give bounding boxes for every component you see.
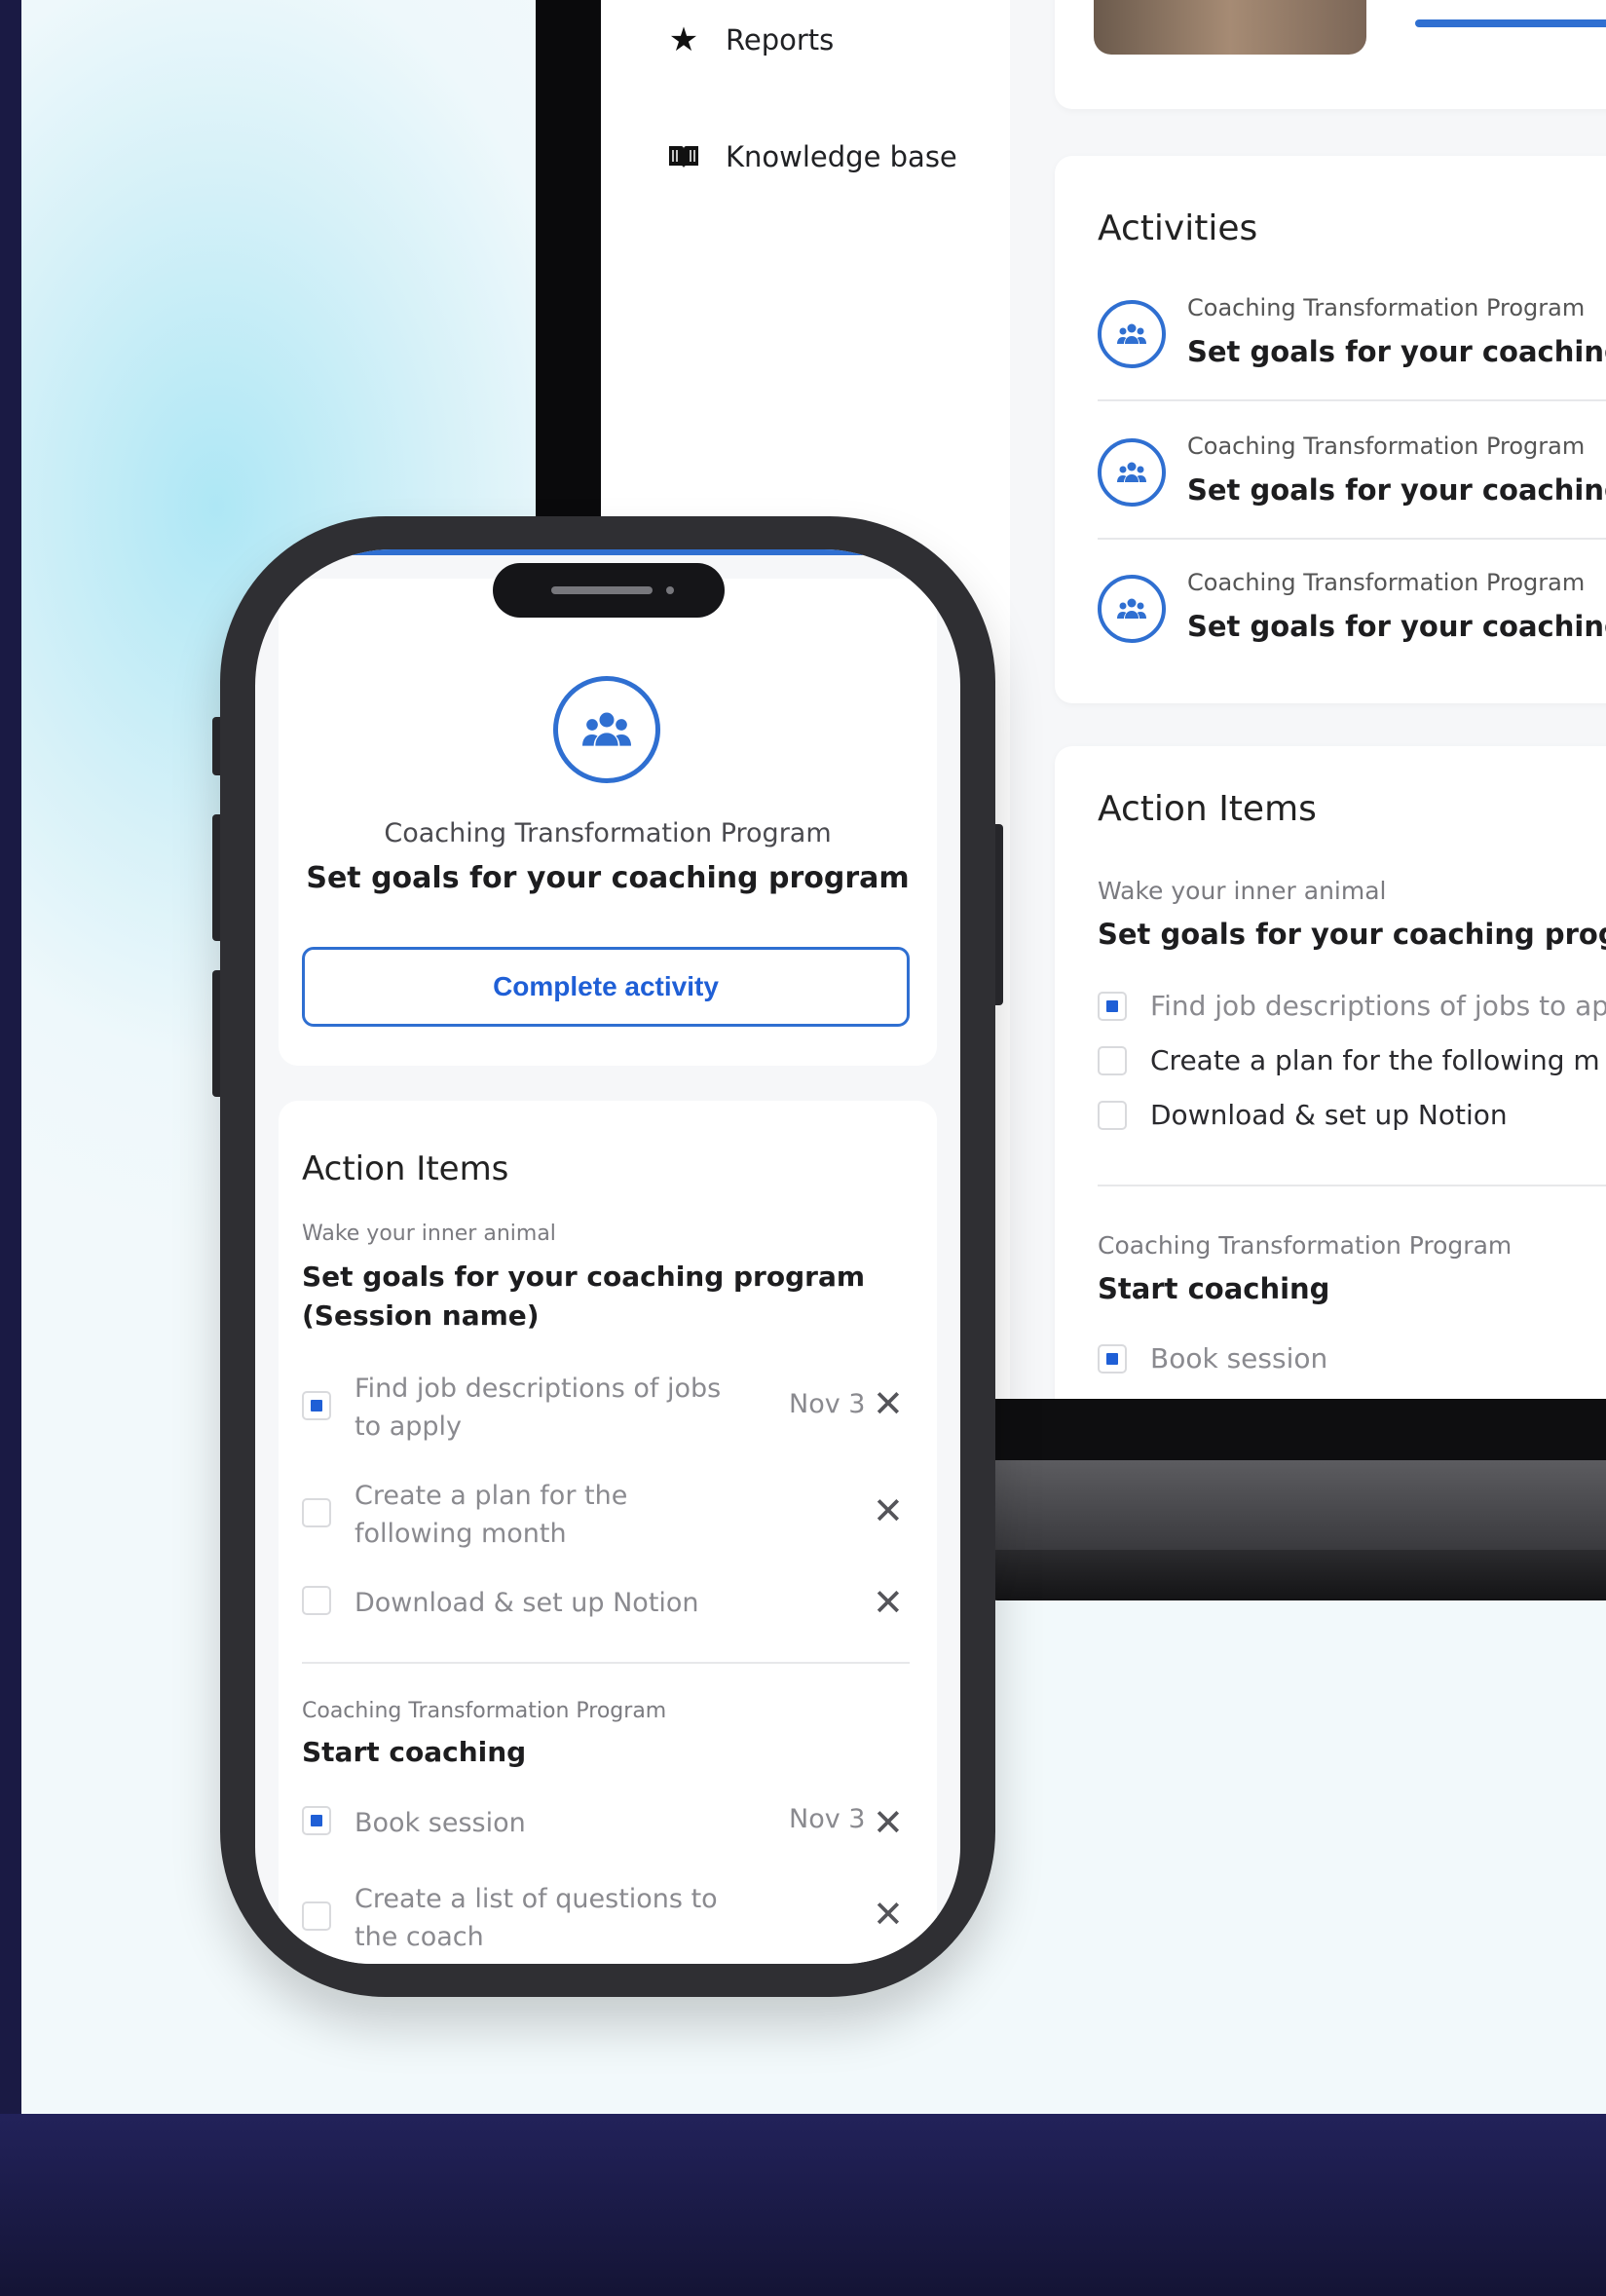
checkbox[interactable] bbox=[302, 1391, 331, 1420]
action-item-label: Create a plan for the following m bbox=[1150, 1044, 1600, 1076]
action-item-row[interactable]: Find job descriptions of jobs to apply N… bbox=[302, 1370, 915, 1448]
profile-card bbox=[1055, 0, 1606, 109]
progress-bar bbox=[1415, 19, 1606, 27]
group-icon bbox=[1098, 438, 1166, 507]
action-item-row[interactable]: Create a plan for the following month ✕ bbox=[302, 1477, 915, 1555]
close-icon[interactable]: ✕ bbox=[873, 1492, 904, 1529]
action-item-label: Download & set up Notion bbox=[1150, 1099, 1508, 1131]
checkbox[interactable] bbox=[302, 1806, 331, 1835]
checkbox[interactable] bbox=[302, 1498, 331, 1527]
group-program: Coaching Transformation Program bbox=[1098, 1231, 1513, 1260]
star-icon: ★ bbox=[668, 20, 699, 59]
activity-row[interactable]: Coaching Transformation Program Set goal… bbox=[1098, 263, 1606, 399]
checkbox[interactable] bbox=[302, 1586, 331, 1615]
phone-frame: Coaching Transformation Program Set goal… bbox=[220, 516, 995, 1997]
group-title: Start coaching bbox=[1098, 1272, 1330, 1305]
group-icon bbox=[1098, 575, 1166, 643]
action-item-row[interactable]: Book session bbox=[1098, 1342, 1327, 1374]
activity-card: Coaching Transformation Program Set goal… bbox=[279, 579, 937, 1066]
action-items-card: Action Items Wake your inner animal Set … bbox=[1055, 746, 1606, 1399]
action-item-row[interactable]: Create a plan for the following m bbox=[1098, 1044, 1600, 1076]
activity-title: Set goals for your coaching pr bbox=[1187, 335, 1606, 368]
action-item-label: Download & set up Notion bbox=[355, 1588, 699, 1618]
close-icon[interactable]: ✕ bbox=[873, 1584, 904, 1621]
activity-title: Set goals for your coaching pr bbox=[1187, 610, 1606, 643]
action-items-card: Action Items Wake your inner animal Set … bbox=[279, 1101, 937, 1964]
activities-title: Activities bbox=[1098, 208, 1258, 248]
action-item-label: Create a list of questions to the coach bbox=[355, 1884, 718, 1952]
checkbox[interactable] bbox=[302, 1901, 331, 1931]
action-item-label: Create a plan for the following month bbox=[355, 1481, 628, 1549]
group-program: Wake your inner animal bbox=[1098, 877, 1387, 905]
book-icon bbox=[667, 140, 700, 173]
activity-program: Coaching Transformation Program bbox=[1187, 294, 1586, 321]
action-items-title: Action Items bbox=[1098, 789, 1317, 829]
group-program: Wake your inner animal bbox=[302, 1222, 556, 1246]
action-item-label: Book session bbox=[355, 1808, 526, 1838]
group-title: Start coaching bbox=[302, 1736, 527, 1768]
avatar bbox=[1094, 0, 1366, 55]
action-items-title: Action Items bbox=[302, 1149, 509, 1188]
laptop-hinge bbox=[984, 1400, 1606, 1460]
divider bbox=[302, 1662, 910, 1664]
sidebar-item-knowledge-base[interactable]: Knowledge base bbox=[667, 140, 957, 173]
checkbox[interactable] bbox=[1098, 1343, 1127, 1374]
close-icon[interactable]: ✕ bbox=[873, 1385, 904, 1422]
action-item-label: Book session bbox=[1150, 1342, 1328, 1374]
activity-row[interactable]: Coaching Transformation Program Set goal… bbox=[1098, 538, 1606, 674]
activity-row[interactable]: Coaching Transformation Program Set goal… bbox=[1098, 401, 1606, 538]
activities-card: Activities Coaching Transformation Progr… bbox=[1055, 156, 1606, 703]
action-item-row[interactable]: Download & set up Notion ✕ bbox=[302, 1584, 915, 1627]
action-item-row[interactable]: Find job descriptions of jobs to ap bbox=[1098, 990, 1606, 1022]
group-icon bbox=[1098, 300, 1166, 368]
divider bbox=[1098, 1185, 1606, 1186]
activity-title: Set goals for your coaching program bbox=[306, 861, 910, 895]
complete-activity-button[interactable]: Complete activity bbox=[302, 947, 910, 1027]
group-icon bbox=[553, 676, 660, 783]
laptop-base-bottom bbox=[974, 1550, 1606, 1600]
action-item-row[interactable]: Book session Nov 3 ✕ bbox=[302, 1804, 915, 1847]
action-item-label: Find job descriptions of jobs to ap bbox=[1150, 990, 1606, 1022]
phone-screen: Coaching Transformation Program Set goal… bbox=[255, 549, 960, 1964]
laptop-base bbox=[984, 1460, 1606, 1550]
close-icon[interactable]: ✕ bbox=[873, 1896, 904, 1933]
sidebar-item-label: Knowledge base bbox=[726, 140, 957, 173]
group-title: Set goals for your coaching program bbox=[302, 1261, 866, 1293]
activity-program: Coaching Transformation Program bbox=[1187, 569, 1586, 596]
phone-notch bbox=[493, 563, 725, 618]
action-item-row[interactable]: Create a list of questions to the coach … bbox=[302, 1880, 915, 1958]
action-item-label: Find job descriptions of jobs to apply bbox=[355, 1374, 722, 1442]
action-item-date: Nov 3 bbox=[789, 1804, 866, 1834]
checkbox[interactable] bbox=[1098, 1100, 1127, 1130]
activity-program: Coaching Transformation Program bbox=[384, 818, 832, 848]
sidebar-item-label: Reports bbox=[726, 23, 835, 56]
action-item-row[interactable]: Download & set up Notion bbox=[1098, 1099, 1508, 1131]
group-title: Set goals for your coaching program bbox=[1098, 918, 1606, 951]
progress-bar bbox=[353, 549, 863, 555]
group-title-session: (Session name) bbox=[302, 1299, 540, 1332]
group-program: Coaching Transformation Program bbox=[302, 1699, 667, 1723]
activity-program: Coaching Transformation Program bbox=[1187, 433, 1586, 460]
action-item-date: Nov 3 bbox=[789, 1389, 866, 1419]
activity-title: Set goals for your coaching pr bbox=[1187, 473, 1606, 507]
close-icon[interactable]: ✕ bbox=[873, 1804, 904, 1841]
sidebar-item-reports[interactable]: ★ Reports bbox=[667, 20, 835, 59]
background-bottom bbox=[0, 2114, 1606, 2296]
checkbox[interactable] bbox=[1098, 991, 1127, 1021]
checkbox[interactable] bbox=[1098, 1045, 1127, 1075]
